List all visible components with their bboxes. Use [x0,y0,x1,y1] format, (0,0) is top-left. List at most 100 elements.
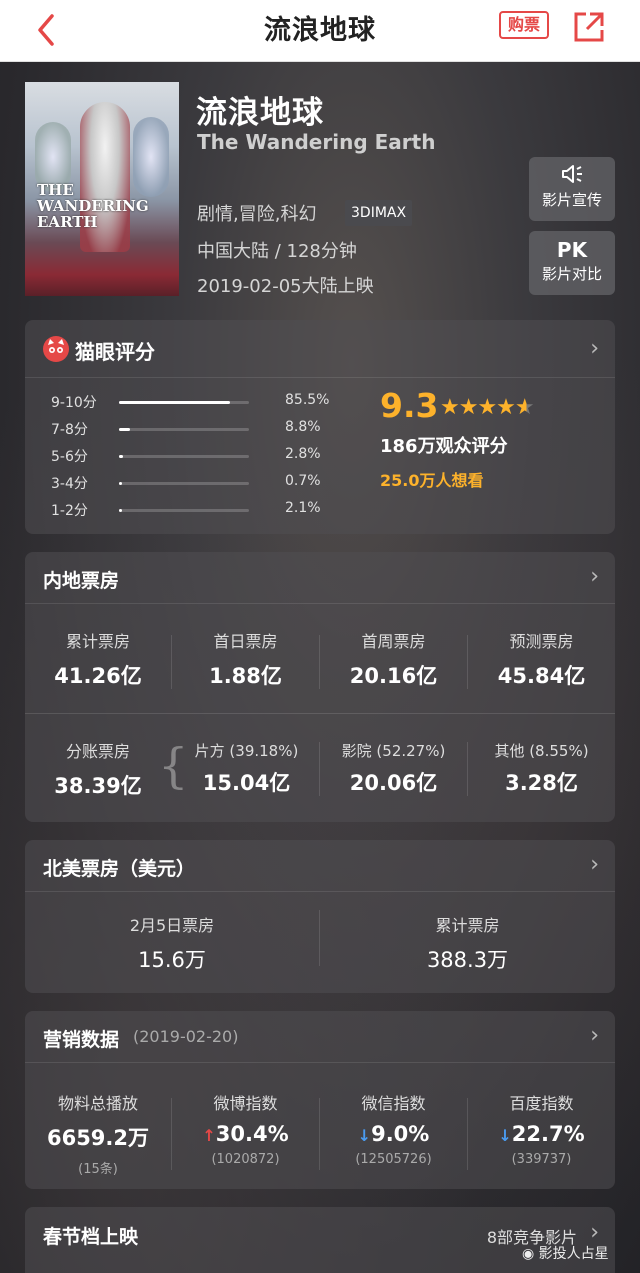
other-share: 其他 (8.55%) 3.28亿 [468,740,615,797]
rating-percent: 0.7% [285,473,321,489]
rating-bar-track [119,509,249,512]
stat-sub: (12505726) [355,1152,432,1167]
material-plays: 物料总播放 6659.2万 (15条) [25,1090,171,1177]
stat-label: 预测票房 [509,632,574,651]
stat-value: 388.3万 [426,948,509,972]
movie-release-date: 2019-02-05大陆上映 [197,276,374,297]
top-nav-bar: 流浪地球 购票 [0,0,640,62]
stat-value: 15.04亿 [202,771,291,795]
stat-label: 片方 (39.18%) [194,742,299,760]
stat-value: 15.6万 [138,948,206,972]
arrow-down-icon: ↓ [357,1126,372,1145]
share-icon [574,12,604,42]
first-day-box-office: 首日票房 1.88亿 [172,628,319,690]
film-compare-label: 影片对比 [541,265,602,283]
stat-label: 首日票房 [213,632,278,651]
weibo-index: 微博指数 ↑30.4% (1020872) [172,1090,319,1167]
rating-percent: 85.5% [285,392,330,408]
movie-poster[interactable]: THE WANDERING EARTH [25,82,179,296]
producer-share: 片方 (39.18%) 15.04亿 [174,740,319,797]
stat-value: 41.26亿 [54,664,142,688]
rating-range-label: 3-4分 [51,476,88,492]
movie-genres: 剧情,冒险,科幻 [197,204,317,225]
chevron-right-icon: › [590,1220,599,1245]
rating-bar-track [119,428,249,431]
chevron-right-icon: › [590,1023,599,1048]
chevron-right-icon: › [590,564,599,589]
stat-label: 微博指数 [213,1094,278,1113]
speaker-icon [529,163,615,189]
mainland-card-header[interactable]: 内地票房 › [25,552,615,604]
divider [25,713,615,714]
rating-percent: 8.8% [285,419,321,435]
rating-range-label: 9-10分 [51,395,97,411]
first-week-box-office: 首周票房 20.16亿 [320,628,467,690]
north-america-card-header[interactable]: 北美票房（美元） › [25,840,615,892]
chevron-right-icon: › [590,852,599,877]
split-box-office: 分账票房 38.39亿 [25,738,171,800]
daily-na-box-office: 2月5日票房 15.6万 [25,912,319,974]
stat-label: 物料总播放 [57,1094,138,1113]
stat-value: 38.39亿 [54,774,142,798]
buy-ticket-button[interactable]: 购票 [499,11,549,39]
stat-label: 其他 (8.55%) [494,742,589,760]
stat-label: 百度指数 [509,1094,574,1113]
stat-value: 20.16亿 [349,664,438,688]
movie-country-duration: 中国大陆 / 128分钟 [197,241,357,262]
rating-range-label: 1-2分 [51,503,88,519]
rating-bar-fill [119,509,122,512]
maoyan-score: 9.3 [380,386,439,425]
rating-distribution-row: 1-2分 2.1% [51,500,351,522]
watermark: ◉ 影投人占星 [522,1243,609,1263]
movie-title-cn: 流浪地球 [196,95,324,131]
rating-bar-track [119,401,249,404]
rating-bar-fill [119,401,230,404]
rating-range-label: 7-8分 [51,422,88,438]
watermark-text: 影投人占星 [538,1246,609,1262]
share-button[interactable] [572,10,606,44]
star-full-icon: ★★★★ [440,395,516,420]
rating-bar-fill [119,455,123,458]
stat-value: 22.7% [511,1122,585,1146]
rating-card-title: 猫眼评分 [75,340,155,364]
rating-distribution-row: 3-4分 0.7% [51,473,351,495]
maoyan-cat-icon [43,336,69,362]
chevron-right-icon: › [590,336,599,361]
total-box-office: 累计票房 41.26亿 [25,628,171,690]
stat-label: 分账票房 [65,742,130,761]
rating-range-label: 5-6分 [51,449,88,465]
stat-value: 6659.2万 [46,1126,150,1150]
rating-distribution-row: 5-6分 2.8% [51,446,351,468]
stat-sub: (1020872) [211,1152,280,1167]
rating-distribution-row: 9-10分 85.5% [51,392,351,414]
stat-label: 2月5日票房 [129,916,215,935]
wechat-index: 微信指数 ↓9.0% (12505726) [320,1090,467,1167]
stat-value: 9.0% [371,1122,430,1146]
movie-title-en: The Wandering Earth [197,130,436,154]
rating-card-header[interactable]: 猫眼评分 › [25,320,615,378]
marketing-card-header[interactable]: 营销数据 (2019-02-20) › [25,1011,615,1063]
cinema-share: 影院 (52.27%) 20.06亿 [320,740,467,797]
mainland-card-title: 内地票房 [43,570,120,592]
spring-festival-title: 春节档上映 [43,1226,139,1248]
film-promo-button[interactable]: 影片宣传 [529,157,615,221]
rating-distribution-row: 7-8分 8.8% [51,419,351,441]
arrow-down-icon: ↓ [498,1126,512,1145]
film-compare-button[interactable]: PK 影片对比 [529,231,615,295]
stat-label: 累计票房 [435,916,500,935]
stat-label: 首周票房 [361,632,426,651]
film-promo-label: 影片宣传 [541,191,602,209]
rating-bar-fill [119,428,130,431]
stat-label: 影院 (52.27%) [341,742,446,760]
stat-value: 30.4% [215,1122,289,1146]
spring-festival-card[interactable]: 春节档上映 8部竞争影片 › [25,1207,615,1273]
want-to-see-count: 25.0万人想看 [380,471,484,490]
stat-value: 20.06亿 [349,771,438,795]
stat-value: 1.88亿 [209,664,282,688]
rating-percent: 2.1% [285,500,321,516]
poster-title-text: THE WANDERING EARTH [37,181,149,231]
marketing-card-title: 营销数据 [43,1029,120,1051]
rating-percent: 2.8% [285,446,321,462]
stat-label: 微信指数 [361,1094,426,1113]
baidu-index: 百度指数 ↓22.7% (339737) [468,1090,615,1167]
